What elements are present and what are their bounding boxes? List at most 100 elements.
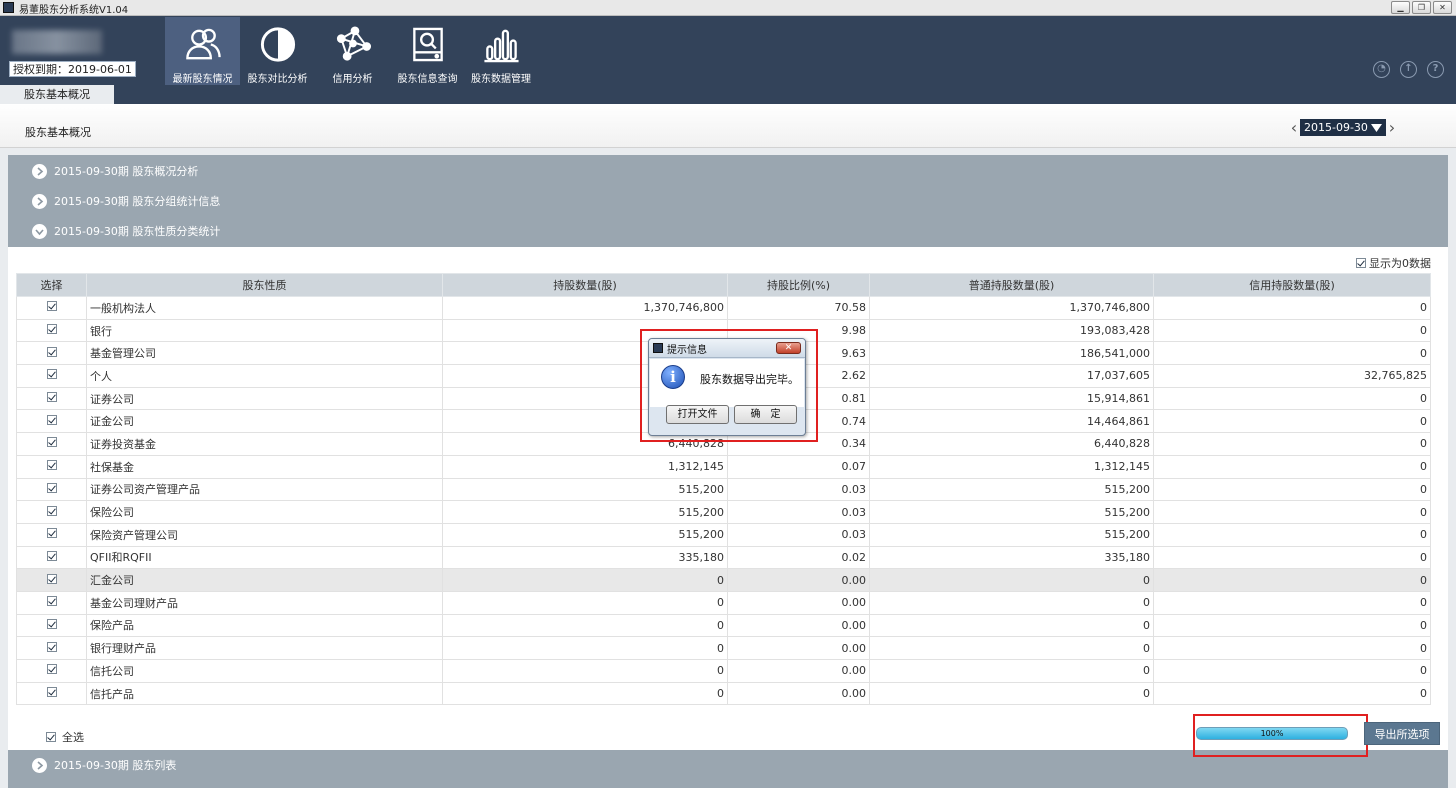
table-row[interactable]: 信托公司 0 0.00 0 0 <box>16 659 1431 683</box>
show-zero-toggle[interactable]: 显示为0数据 <box>1356 255 1431 271</box>
nav-shareholder-query[interactable]: 股东信息查询 <box>390 17 465 85</box>
minimize-button[interactable]: ▁ <box>1391 1 1410 14</box>
row-checkbox[interactable] <box>46 346 57 357</box>
table-row[interactable]: 保险产品 0 0.00 0 0 <box>16 613 1431 638</box>
dialog-title: 提示信息 <box>667 344 707 356</box>
row-checkbox[interactable] <box>46 301 57 312</box>
shares-cell: 0 <box>442 681 728 706</box>
row-checkbox[interactable] <box>46 482 57 493</box>
col-header-shares[interactable]: 持股数量(股) <box>442 273 728 297</box>
ordinary-shares-cell: 0 <box>869 568 1154 592</box>
accordion-title: 2015-09-30期 股东列表 <box>54 759 177 772</box>
credit-shares-cell: 0 <box>1153 409 1431 434</box>
close-window-button[interactable]: ✕ <box>1433 1 1452 14</box>
accordion-title: 2015-09-30期 股东性质分类统计 <box>54 225 221 238</box>
row-checkbox[interactable] <box>46 505 57 516</box>
dialog-close-button[interactable]: ✕ <box>776 342 801 354</box>
table-row[interactable]: 信托产品 0 0.00 0 0 <box>16 681 1431 706</box>
row-checkbox[interactable] <box>46 369 57 380</box>
credit-shares-cell: 0 <box>1153 636 1431 660</box>
col-header-credit-shares[interactable]: 信用持股数量(股) <box>1153 273 1431 297</box>
restore-button[interactable]: ❐ <box>1412 1 1431 14</box>
row-checkbox[interactable] <box>46 687 57 698</box>
ratio-cell: 0.03 <box>727 477 870 502</box>
user-icon[interactable]: ◔ <box>1373 61 1390 78</box>
row-checkbox[interactable] <box>46 460 57 471</box>
ratio-cell: 0.02 <box>727 545 870 570</box>
ordinary-shares-cell: 335,180 <box>869 545 1154 570</box>
nature-cell: 基金公司理财产品 <box>86 590 443 615</box>
row-checkbox[interactable] <box>46 324 57 335</box>
row-checkbox[interactable] <box>46 618 57 629</box>
credit-shares-cell: 0 <box>1153 681 1431 706</box>
credit-shares-cell: 0 <box>1153 613 1431 638</box>
row-select-cell <box>16 477 87 502</box>
shares-cell: 1,312,145 <box>442 454 728 479</box>
row-checkbox[interactable] <box>46 414 57 425</box>
row-checkbox[interactable] <box>46 528 57 539</box>
row-checkbox[interactable] <box>46 392 57 403</box>
table-row[interactable]: QFII和RQFII 335,180 0.02 335,180 0 <box>16 545 1431 570</box>
row-checkbox[interactable] <box>46 550 57 561</box>
nav-latest-shareholders[interactable]: 最新股东情况 <box>165 17 240 85</box>
open-file-button[interactable]: 打开文件 <box>666 405 729 424</box>
table-row[interactable]: 银行理财产品 0 0.00 0 0 <box>16 636 1431 660</box>
accordion-group-stats[interactable]: 2015-09-30期 股东分组统计信息 <box>8 186 1448 216</box>
table-row[interactable]: 保险资产管理公司 515,200 0.03 515,200 0 <box>16 522 1431 547</box>
accordion-overview[interactable]: 2015-09-30期 股东概况分析 <box>8 156 1448 186</box>
credit-shares-cell: 0 <box>1153 500 1431 524</box>
select-all[interactable]: 全选 <box>46 729 84 745</box>
row-checkbox[interactable] <box>46 664 57 675</box>
tab-shareholder-overview[interactable]: 股东基本概况 <box>0 85 114 104</box>
help-icon[interactable]: ? <box>1427 61 1444 78</box>
checkbox[interactable] <box>46 732 56 742</box>
credit-shares-cell: 0 <box>1153 545 1431 570</box>
users-icon <box>185 28 221 60</box>
shares-cell: 0 <box>442 613 728 638</box>
shares-cell: 0 <box>442 590 728 615</box>
main-nav: 最新股东情况 股东对比分析 信用分析 股东信息查询 股东数据管理 <box>165 17 537 85</box>
row-select-cell <box>16 432 87 456</box>
col-header-ordinary-shares[interactable]: 普通持股数量(股) <box>869 273 1154 297</box>
table-row[interactable]: 保险公司 515,200 0.03 515,200 0 <box>16 500 1431 524</box>
nav-label: 信用分析 <box>332 74 373 85</box>
ok-button[interactable]: 确 定 <box>734 405 797 424</box>
table-row[interactable]: 一般机构法人 1,370,746,800 70.58 1,370,746,800 0 <box>16 296 1431 320</box>
ordinary-shares-cell: 186,541,000 <box>869 341 1154 366</box>
table-header: 选择 股东性质 持股数量(股) 持股比例(%) 普通持股数量(股) 信用持股数量… <box>16 273 1431 297</box>
upload-icon[interactable]: ↑ <box>1400 61 1417 78</box>
show-zero-label: 显示为0数据 <box>1369 257 1431 270</box>
nature-cell: 社保基金 <box>86 454 443 479</box>
select-all-label: 全选 <box>62 731 84 744</box>
ratio-cell: 0.07 <box>727 454 870 479</box>
col-header-ratio[interactable]: 持股比例(%) <box>727 273 870 297</box>
half-circle-icon <box>260 27 295 62</box>
table-row[interactable]: 社保基金 1,312,145 0.07 1,312,145 0 <box>16 454 1431 479</box>
row-checkbox[interactable] <box>46 573 57 584</box>
row-checkbox[interactable] <box>46 437 57 448</box>
date-select[interactable]: 2015-09-30 <box>1300 119 1386 136</box>
window-title-bar: 易董股东分析系统V1.04 ▁ ❐ ✕ <box>0 0 1456 16</box>
chevron-down-icon <box>32 223 47 239</box>
chevron-right-icon <box>32 193 47 209</box>
table-row[interactable]: 基金公司理财产品 0 0.00 0 0 <box>16 590 1431 615</box>
table-row[interactable]: 证券公司资产管理产品 515,200 0.03 515,200 0 <box>16 477 1431 502</box>
row-checkbox[interactable] <box>46 641 57 652</box>
nav-credit-analysis[interactable]: 信用分析 <box>315 17 390 85</box>
ordinary-shares-cell: 193,083,428 <box>869 318 1154 343</box>
ordinary-shares-cell: 0 <box>869 636 1154 660</box>
nature-cell: 证券投资基金 <box>86 432 443 456</box>
checkbox[interactable] <box>1356 258 1366 268</box>
ratio-cell: 0.00 <box>727 568 870 592</box>
accordion-nature-stats[interactable]: 2015-09-30期 股东性质分类统计 <box>8 216 1448 246</box>
ordinary-shares-cell: 15,914,861 <box>869 386 1154 411</box>
nav-data-management[interactable]: 股东数据管理 <box>465 17 537 85</box>
chevron-left-icon[interactable]: ‹ <box>1288 119 1300 136</box>
col-header-nature[interactable]: 股东性质 <box>86 273 443 297</box>
row-checkbox[interactable] <box>46 596 57 607</box>
table-row[interactable]: 汇金公司 0 0.00 0 0 <box>16 568 1431 592</box>
nav-compare-analysis[interactable]: 股东对比分析 <box>240 17 315 85</box>
row-select-cell <box>16 318 87 343</box>
chevron-right-icon[interactable]: › <box>1386 119 1398 136</box>
export-selected-button[interactable]: 导出所选项 <box>1364 722 1440 745</box>
